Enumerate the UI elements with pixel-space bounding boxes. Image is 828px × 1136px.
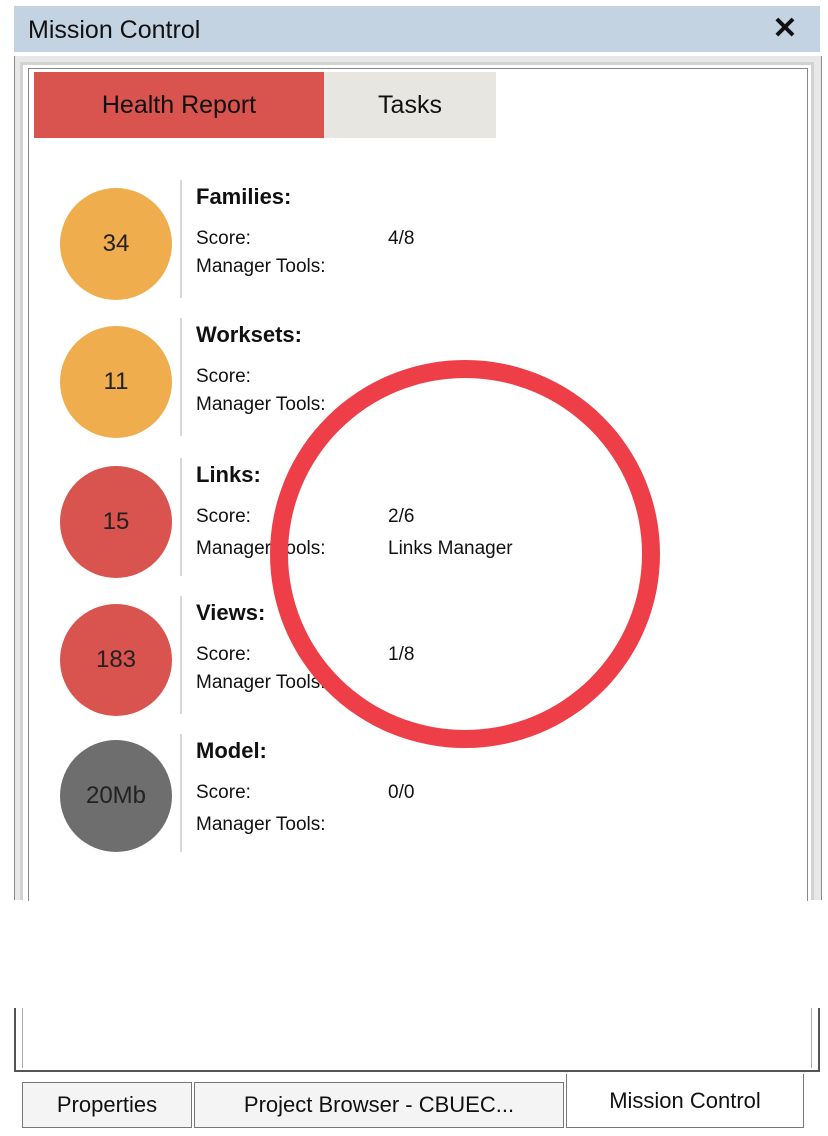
divider [180, 458, 182, 576]
panel-inner-bottom [22, 1008, 812, 1068]
manager-tools-label: Manager Tools: [196, 814, 326, 835]
dock-tab-strip: Properties Project Browser - CBUEC... Mi… [16, 1074, 822, 1134]
score-label: Score: [196, 782, 251, 803]
dock-tab-project-browser[interactable]: Project Browser - CBUEC... [194, 1082, 564, 1128]
tab-health-report[interactable]: Health Report [34, 72, 324, 138]
dock-tab-mission-control[interactable]: Mission Control [566, 1074, 804, 1128]
metric-title: Worksets: [196, 322, 302, 347]
metric-title: Links: [196, 462, 261, 487]
manager-tools-label: Manager Tools: [196, 672, 326, 693]
manager-tools-label: Manager Tools: [196, 256, 326, 277]
score-circle: 11 [60, 326, 172, 438]
close-icon[interactable]: ✕ [768, 10, 802, 48]
divider [180, 596, 182, 714]
score-circle: 15 [60, 466, 172, 578]
divider [180, 180, 182, 298]
divider [180, 318, 182, 436]
score-value: 0/0 [388, 782, 415, 803]
panel-titlebar: Mission Control ✕ [0, 0, 828, 60]
score-label: Score: [196, 506, 251, 527]
score-value: 1/8 [388, 644, 415, 665]
score-circle: 183 [60, 604, 172, 716]
titlebar-background: Mission Control ✕ [14, 6, 820, 52]
score-circle: 34 [60, 188, 172, 300]
score-value: 2/6 [388, 506, 415, 527]
metric-title: Views: [196, 600, 266, 625]
metric-title: Model: [196, 738, 267, 763]
dock-tab-properties[interactable]: Properties [22, 1082, 192, 1128]
score-value: 4/8 [388, 228, 415, 249]
score-label: Score: [196, 644, 251, 665]
metric-title: Families: [196, 184, 292, 209]
score-circle: 20Mb [60, 740, 172, 852]
score-label: Score: [196, 228, 251, 249]
tab-tasks[interactable]: Tasks [324, 72, 496, 138]
manager-tools-value[interactable]: Links Manager [388, 538, 513, 560]
score-label: Score: [196, 366, 251, 387]
divider [180, 734, 182, 852]
manager-tools-label: Manager Tools: [196, 538, 326, 559]
panel-title: Mission Control [28, 16, 201, 44]
manager-tools-label: Manager Tools: [196, 394, 326, 415]
